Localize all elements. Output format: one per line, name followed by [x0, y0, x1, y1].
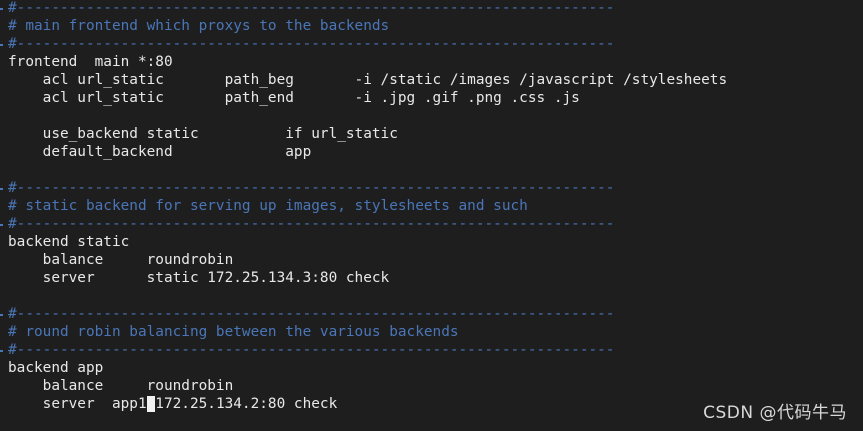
code-line: backend app	[8, 360, 104, 376]
comment-line: # static backend for serving up images, …	[8, 198, 528, 214]
comment-line: # main frontend which proxys to the back…	[8, 18, 390, 34]
code-line: balance roundrobin	[8, 378, 234, 394]
code-line: acl url_static path_beg -i /static /imag…	[8, 72, 728, 88]
gutter-marker	[0, 350, 3, 352]
code-line: server app1 172.25.134.2:80 check	[8, 395, 727, 413]
comment-line: #---------------------------------------…	[8, 306, 615, 322]
watermark: CSDN @代码牛马	[703, 403, 847, 423]
code-line: acl url_static path_end -i .jpg .gif .pn…	[8, 90, 580, 106]
gutter-marker	[0, 224, 3, 226]
code-line: default_backend app	[8, 144, 312, 160]
code-line: server static 172.25.134.3:80 check	[8, 270, 390, 286]
comment-line: #---------------------------------------…	[8, 180, 615, 196]
comment-line: #---------------------------------------…	[8, 36, 615, 52]
comment-line: #---------------------------------------…	[8, 216, 615, 232]
gutter-marker	[0, 188, 3, 190]
terminal-window[interactable]: #---------------------------------------…	[0, 0, 863, 431]
comment-line: #---------------------------------------…	[8, 342, 615, 358]
code-text: 172.25.134.2:80 check	[155, 396, 338, 412]
code-line: use_backend static if url_static	[8, 126, 398, 142]
code-line: backend static	[8, 234, 130, 250]
code-text: server app1	[8, 396, 147, 412]
gutter-marker	[0, 314, 3, 316]
comment-line: #---------------------------------------…	[8, 0, 615, 16]
config-editor[interactable]: #---------------------------------------…	[8, 0, 727, 413]
gutter-marker	[0, 44, 3, 46]
code-line: frontend main *:80	[8, 54, 173, 70]
left-gutter	[0, 0, 4, 431]
comment-line: # round robin balancing between the vari…	[8, 324, 459, 340]
code-line: balance roundrobin	[8, 252, 234, 268]
gutter-marker	[0, 8, 3, 10]
text-cursor	[146, 396, 156, 412]
